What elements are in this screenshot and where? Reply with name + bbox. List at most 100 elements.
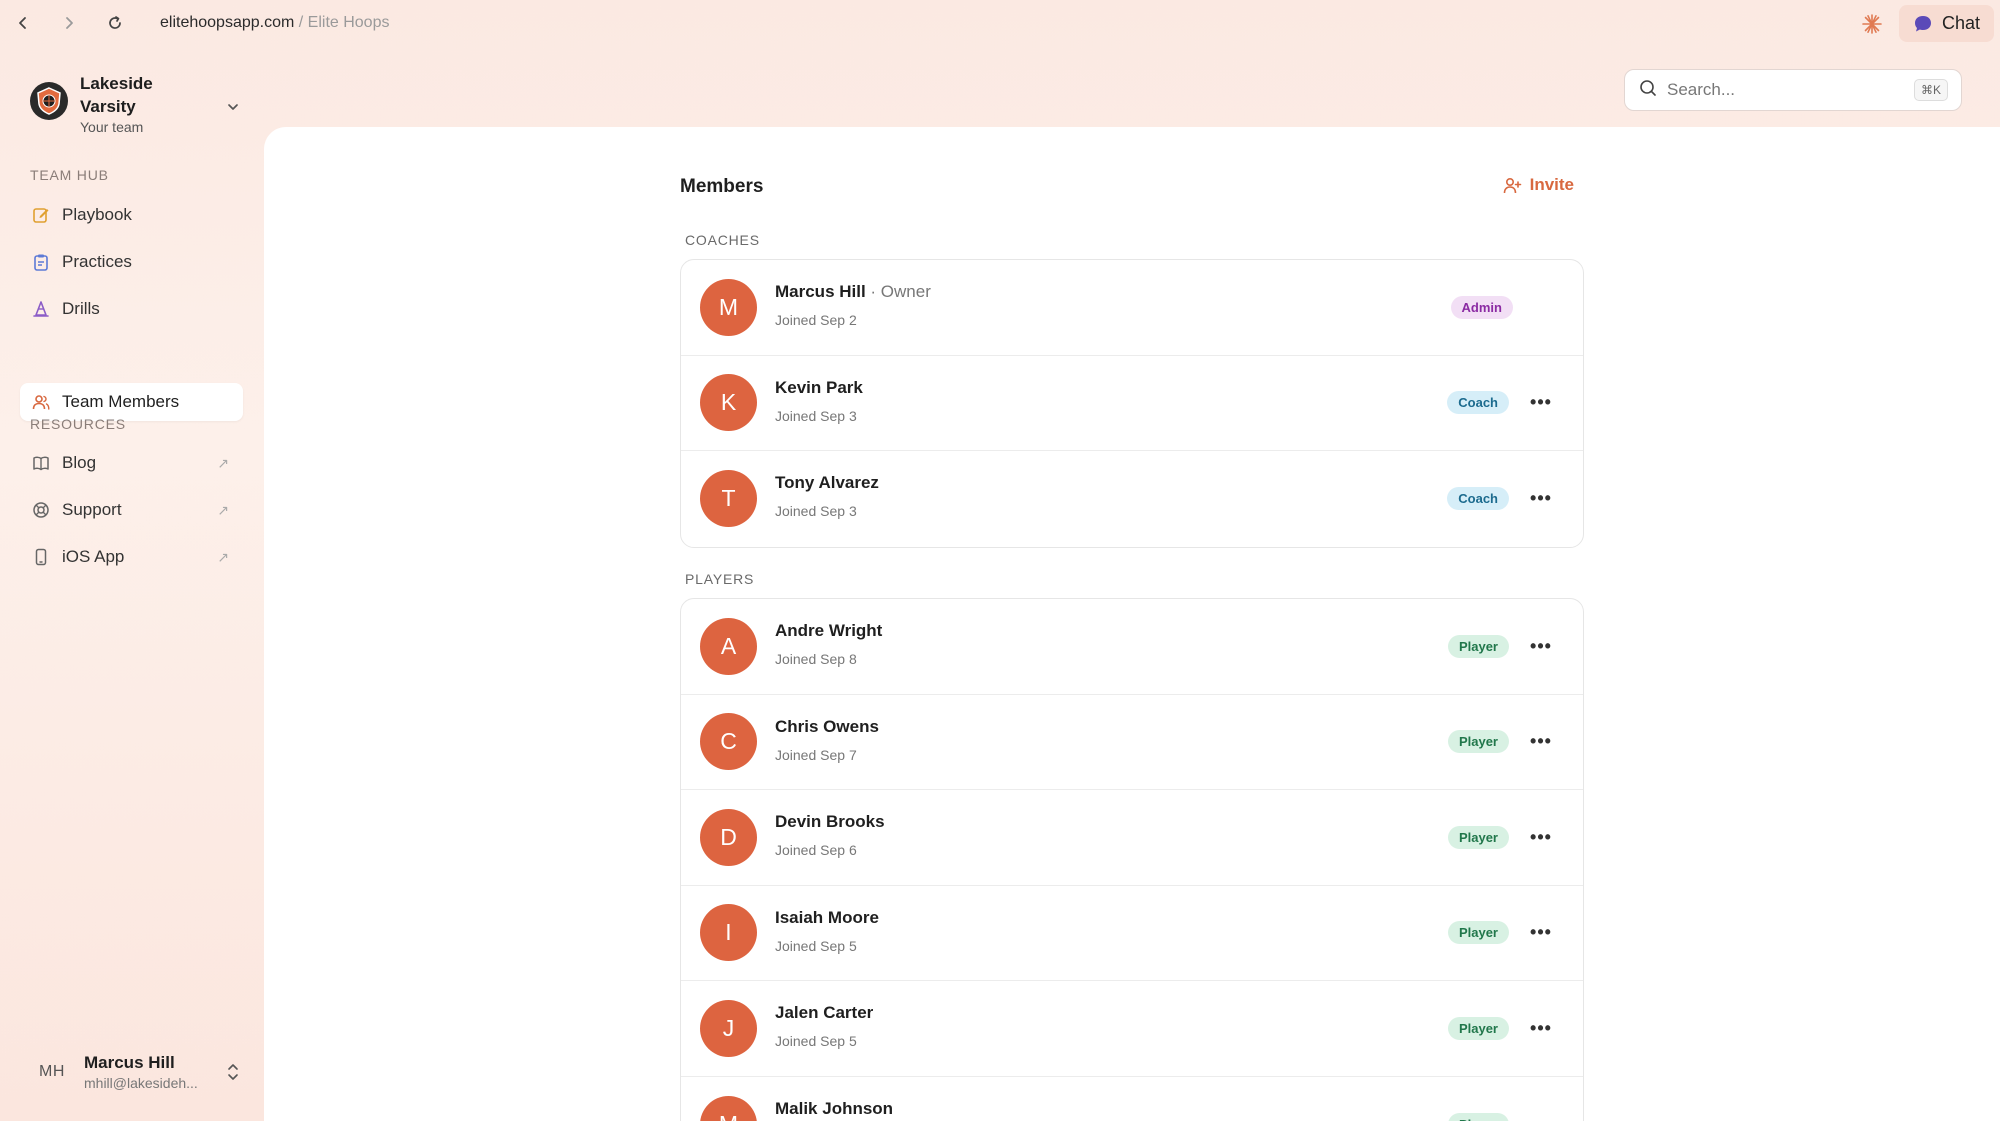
sidebar-item-drills[interactable]: Drills xyxy=(20,290,243,328)
avatar: D xyxy=(700,808,757,866)
more-options-icon[interactable]: ••• xyxy=(1529,487,1553,511)
list-item: M Marcus Hill · Owner Joined Sep 2 Admin xyxy=(681,260,1583,356)
list-item: C Chris Owens Joined Sep 7 Player ••• xyxy=(681,695,1583,790)
avatar: T xyxy=(700,470,757,528)
member-name: Chris Owens xyxy=(775,716,879,736)
joined-date: Joined Sep 5 xyxy=(775,937,857,954)
joined-date: Joined Sep 3 xyxy=(775,407,857,424)
reload-button[interactable] xyxy=(92,0,138,46)
more-options-icon[interactable]: ••• xyxy=(1529,1112,1553,1121)
list-item: A Andre Wright Joined Sep 8 Player ••• xyxy=(681,599,1583,695)
sidebar: Lakeside Varsity Your team TEAM HUB Play… xyxy=(0,46,262,1121)
role-badge: Admin xyxy=(1450,295,1513,319)
chevron-up-down-icon xyxy=(226,1062,240,1087)
more-options-icon[interactable]: ••• xyxy=(1529,634,1553,658)
invite-button[interactable]: Invite xyxy=(1503,175,1574,195)
main-panel: Members Invite COACHES M Marcus Hill · O… xyxy=(264,127,2000,1121)
cone-icon xyxy=(32,300,50,318)
user-email: mhill@lakesideh... xyxy=(84,1075,198,1091)
joined-date: Joined Sep 5 xyxy=(775,1033,857,1049)
chat-button[interactable]: Chat xyxy=(1898,5,1994,42)
sidebar-item-blog[interactable]: Blog ↗ xyxy=(20,444,243,482)
list-item: D Devin Brooks Joined Sep 6 Player ••• xyxy=(681,790,1583,886)
role-badge: Player xyxy=(1447,825,1509,849)
page-title: Members xyxy=(680,176,764,197)
team-hub-label: TEAM HUB xyxy=(30,167,109,183)
sidebar-item-label: Blog xyxy=(62,453,97,472)
more-options-icon[interactable]: ••• xyxy=(1529,1016,1553,1040)
sidebar-item-playbook[interactable]: Playbook xyxy=(20,196,243,234)
user-name: Marcus Hill xyxy=(84,1053,175,1072)
avatar: M xyxy=(700,1095,757,1121)
sidebar-item-practices[interactable]: Practices xyxy=(20,243,243,281)
browser-toolbar: elitehoopsapp.com / Elite Hoops Chat xyxy=(0,0,2000,46)
role-badge: Player xyxy=(1447,634,1509,658)
coaches-label: COACHES xyxy=(685,232,760,248)
joined-date: Joined Sep 2 xyxy=(775,312,857,328)
avatar: I xyxy=(700,904,757,962)
user-menu[interactable]: MH Marcus Hill mhill@lakesideh... xyxy=(30,1050,240,1094)
search-box[interactable]: ⌘K xyxy=(1624,69,1962,111)
team-name: Lakeside Varsity xyxy=(80,74,153,116)
search-input[interactable] xyxy=(1667,80,1897,100)
more-options-icon[interactable]: ••• xyxy=(1529,730,1553,754)
role-badge: Coach xyxy=(1447,391,1509,415)
sidebar-item-label: Playbook xyxy=(62,205,132,224)
role-badge: Player xyxy=(1447,921,1509,945)
role-badge: Player xyxy=(1447,730,1509,754)
role-badge: Player xyxy=(1447,1016,1509,1040)
sidebar-item-ios-app[interactable]: iOS App ↗ xyxy=(20,538,243,576)
url-domain: elitehoopsapp.com xyxy=(160,14,295,31)
avatar: J xyxy=(700,999,757,1057)
joined-date: Joined Sep 3 xyxy=(775,503,857,519)
list-item: I Isaiah Moore Joined Sep 5 Player ••• xyxy=(681,886,1583,981)
external-link-icon: ↗ xyxy=(217,454,229,471)
joined-date: Joined Sep 6 xyxy=(775,842,857,858)
invite-label: Invite xyxy=(1529,175,1574,194)
member-name: Jalen Carter xyxy=(775,1003,874,1022)
user-plus-icon xyxy=(1503,177,1521,193)
url-page-title: Elite Hoops xyxy=(307,14,390,31)
sidebar-item-label: Drills xyxy=(62,299,100,318)
member-name: Andre Wright xyxy=(775,621,883,640)
external-link-icon: ↗ xyxy=(217,548,229,565)
owner-label: · Owner xyxy=(865,282,931,301)
keyboard-shortcut-badge: ⌘K xyxy=(1913,79,1948,101)
reload-icon xyxy=(109,16,121,29)
edit-icon xyxy=(32,206,50,224)
sidebar-item-label: iOS App xyxy=(62,547,125,566)
more-options-icon[interactable]: ••• xyxy=(1529,921,1553,945)
more-options-icon[interactable]: ••• xyxy=(1529,825,1553,849)
forward-arrow-icon xyxy=(66,17,73,29)
address-bar[interactable]: elitehoopsapp.com / Elite Hoops xyxy=(160,14,389,32)
member-name: Isaiah Moore xyxy=(775,907,879,927)
sidebar-item-support[interactable]: Support ↗ xyxy=(20,491,243,529)
chat-label: Chat xyxy=(1941,13,1980,33)
role-badge: Coach xyxy=(1447,487,1509,511)
team-subtitle: Your team xyxy=(80,119,144,135)
search-icon xyxy=(1639,79,1657,102)
chevron-down-icon xyxy=(226,100,240,119)
joined-date: Joined Sep 7 xyxy=(775,746,857,763)
back-arrow-icon xyxy=(19,17,26,29)
role-badge: Player xyxy=(1447,1112,1509,1121)
users-icon xyxy=(32,393,50,411)
back-button[interactable] xyxy=(0,0,46,46)
resources-label: RESOURCES xyxy=(30,416,126,432)
avatar: C xyxy=(700,713,757,771)
list-item: K Kevin Park Joined Sep 3 Coach ••• xyxy=(681,356,1583,451)
more-options-icon[interactable]: ••• xyxy=(1529,391,1553,415)
avatar: MH xyxy=(39,1063,65,1080)
sidebar-item-label: Team Members xyxy=(62,392,180,411)
sparkle-icon[interactable] xyxy=(1859,11,1885,37)
list-item: M Malik Johnson Player ••• xyxy=(681,1077,1583,1121)
forward-button[interactable] xyxy=(46,0,92,46)
list-item: T Tony Alvarez Joined Sep 3 Coach ••• xyxy=(681,451,1583,547)
member-name: Kevin Park xyxy=(775,377,863,397)
url-separator: / xyxy=(294,14,308,31)
team-switcher[interactable]: Lakeside Varsity Your team xyxy=(30,72,240,135)
book-icon xyxy=(32,454,50,472)
coaches-list: M Marcus Hill · Owner Joined Sep 2 Admin… xyxy=(680,259,1584,548)
phone-icon xyxy=(32,548,50,566)
member-name: Devin Brooks xyxy=(775,812,885,831)
